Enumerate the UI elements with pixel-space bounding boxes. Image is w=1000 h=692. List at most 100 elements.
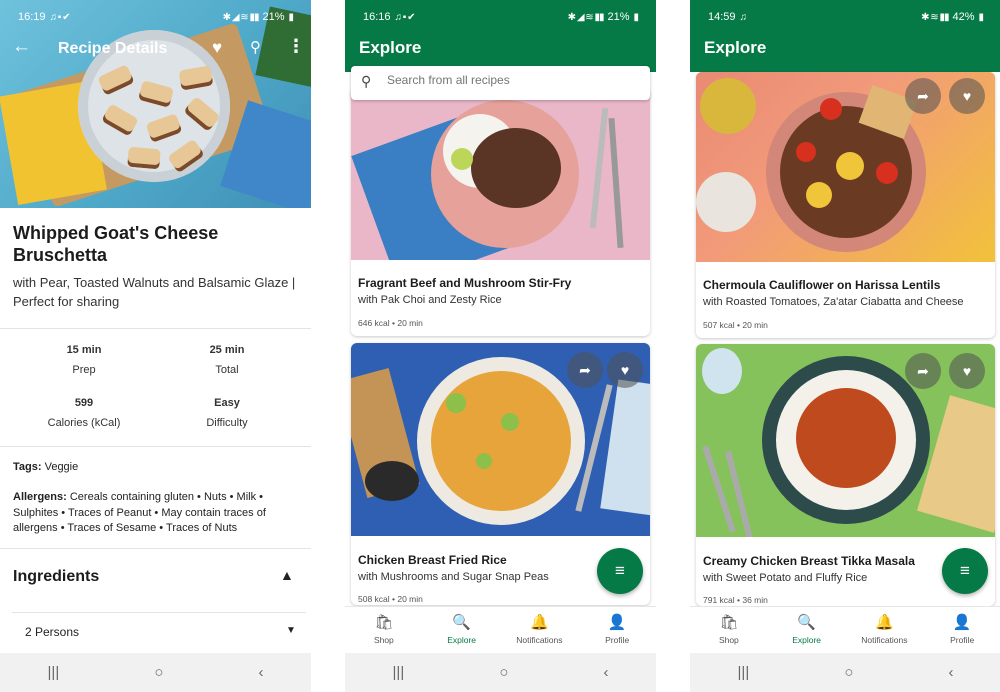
system-nav-bar: ||| ○ ‹ (345, 653, 656, 692)
battery-level: 42% (952, 11, 975, 23)
stat-value: Easy (214, 397, 240, 409)
clock: 16:19 (18, 11, 46, 23)
more-vertical-icon[interactable]: ⋮ (287, 36, 305, 57)
arrow-left-icon[interactable]: ← (12, 36, 31, 58)
tags-value: Veggie (44, 461, 79, 473)
home-icon[interactable]: ○ (844, 664, 853, 681)
stat-calories: 599 Calories (kCal) (24, 397, 144, 429)
filter-button[interactable]: ≡ (942, 548, 988, 594)
stat-label: Calories (kCal) (47, 417, 121, 429)
caret-down-icon: ▼ (286, 625, 296, 636)
battery-icon: ▮ (288, 11, 293, 23)
recipe-card-subtitle: with Mushrooms and Sugar Snap Peas (358, 571, 549, 583)
recents-icon[interactable]: ||| (48, 664, 60, 681)
recipe-card-title: Chicken Breast Fried Rice (358, 553, 507, 567)
chevron-up-icon[interactable]: ▲ (280, 567, 294, 583)
search-bar[interactable]: ⚲ (351, 66, 650, 100)
heart-icon[interactable]: ♥ (949, 78, 985, 114)
signal-icons: ✱ ◢ ≋ ▮▮ (222, 11, 260, 23)
filter-icon: ≡ (615, 561, 625, 580)
tab-notifications[interactable]: 🔔 Notifications (846, 607, 924, 653)
recipe-card-image (351, 343, 650, 536)
filter-button[interactable]: ≡ (597, 548, 643, 594)
bell-icon: 🔔 (530, 614, 549, 631)
battery-icon: ▮ (633, 11, 638, 23)
ingredients-heading[interactable]: Ingredients (13, 568, 99, 586)
stat-prep: 15 min Prep (24, 344, 144, 376)
recipe-card-subtitle: with Roasted Tomatoes, Za'atar Ciabatta … (703, 296, 964, 308)
tab-label: Explore (792, 635, 822, 645)
recipe-card[interactable]: ➦ ♥ Chermoula Cauliflower on Harissa Len… (696, 72, 995, 338)
tab-explore[interactable]: 🔍 Explore (423, 607, 501, 653)
battery-icon: ▮ (978, 11, 983, 23)
recipe-card-subtitle: with Sweet Potato and Fluffy Rice (703, 572, 868, 584)
shopping-bag-icon: 🛍 (374, 614, 394, 631)
page-title: Explore (359, 38, 422, 57)
person-icon: 👤 (952, 614, 972, 631)
servings-dropdown[interactable]: 2 Persons ▼ (12, 612, 306, 652)
tab-shop[interactable]: 🛍 Shop (690, 607, 768, 653)
home-icon[interactable]: ○ (499, 664, 508, 681)
stat-value: 599 (74, 397, 94, 409)
tab-label: Profile (605, 635, 630, 645)
explore-search-icon: 🔍 (452, 614, 471, 631)
home-icon[interactable]: ○ (154, 664, 163, 681)
tab-profile[interactable]: 👤 Profile (578, 607, 656, 653)
clock: 16:16 (363, 11, 391, 23)
share-icon[interactable]: ➦ (905, 78, 941, 114)
tab-profile[interactable]: 👤 Profile (923, 607, 1000, 653)
recipe-allergens: Allergens: Cereals containing gluten • N… (13, 490, 298, 537)
recipe-card-subtitle: with Pak Choi and Zesty Rice (358, 294, 502, 306)
back-icon[interactable]: ‹ (603, 664, 608, 681)
bell-icon: 🔔 (875, 614, 894, 631)
tab-explore[interactable]: 🔍 Explore (768, 607, 846, 653)
explore-screen: Explore 16:16 ♫ ▪ ✔ ✱ ◢ ≋ ▮▮ 21% ▮ ⚲ Fra… (345, 0, 656, 692)
share-icon[interactable]: ➦ (905, 353, 941, 389)
stat-label: Total (215, 364, 239, 376)
heart-icon[interactable]: ♥ (607, 352, 643, 388)
clock: 14:59 (708, 11, 736, 23)
page-title: Explore (704, 38, 767, 57)
back-icon[interactable]: ‹ (258, 664, 263, 681)
recipe-card-title: Fragrant Beef and Mushroom Stir-Fry (358, 276, 572, 290)
bottom-tab-bar: 🛍 Shop 🔍 Explore 🔔 Notifications 👤 Profi… (690, 606, 1000, 653)
notification-icons: ♫ ▪ ✔ (49, 11, 71, 23)
back-icon[interactable]: ‹ (948, 664, 953, 681)
stat-value: 15 min (66, 344, 102, 356)
stat-difficulty: Easy Difficulty (167, 397, 287, 429)
search-input[interactable] (387, 73, 637, 87)
person-icon: 👤 (607, 614, 627, 631)
recipe-title: Whipped Goat's Cheese Bruschetta (13, 223, 219, 265)
bottom-tab-bar: 🛍 Shop 🔍 Explore 🔔 Notifications 👤 Profi… (345, 606, 656, 653)
recents-icon[interactable]: ||| (393, 664, 405, 681)
recipe-card[interactable]: Fragrant Beef and Mushroom Stir-Fry with… (351, 88, 650, 336)
status-bar: 16:16 ♫ ▪ ✔ ✱ ◢ ≋ ▮▮ 21% ▮ (345, 0, 656, 34)
divider (0, 548, 311, 549)
tab-label: Shop (718, 635, 739, 645)
tab-label: Profile (950, 635, 975, 645)
divider (0, 446, 311, 447)
system-nav-bar: ||| ○ ‹ (690, 653, 1000, 692)
tab-shop[interactable]: 🛍 Shop (345, 607, 423, 653)
recipe-subtitle: with Pear, Toasted Walnuts and Balsamic … (13, 275, 296, 309)
allergens-label: Allergens: (13, 491, 67, 503)
page-title: Recipe Details (58, 40, 168, 57)
heart-icon[interactable]: ♥ (949, 353, 985, 389)
recipe-card-meta: 791 kcal • 36 min (703, 595, 768, 605)
shopping-bag-icon: 🛍 (719, 614, 739, 631)
stat-value: 25 min (209, 344, 245, 356)
notification-icons: ♫ (739, 11, 747, 23)
explore-search-icon: 🔍 (797, 614, 816, 631)
tab-notifications[interactable]: 🔔 Notifications (501, 607, 579, 653)
recipe-details-screen: 16:19 ♫ ▪ ✔ ✱ ◢ ≋ ▮▮ 21% ▮ ← Recipe Deta… (0, 0, 311, 692)
explore-screen: Explore 14:59 ♫ ✱ ≋ ▮▮ 42% ▮ ➦ ♥ Chermou… (690, 0, 1000, 692)
stat-label: Difficulty (206, 417, 248, 429)
share-icon[interactable]: ➦ (567, 352, 603, 388)
notification-icons: ♫ ▪ ✔ (394, 11, 416, 23)
status-bar: 16:19 ♫ ▪ ✔ ✱ ◢ ≋ ▮▮ 21% ▮ (0, 0, 311, 34)
heart-icon[interactable]: ♥ (212, 38, 222, 58)
recents-icon[interactable]: ||| (738, 664, 750, 681)
cook-mode-icon[interactable]: ⚲ (250, 38, 261, 56)
stat-total: 25 min Total (167, 344, 287, 376)
search-icon: ⚲ (361, 73, 372, 89)
